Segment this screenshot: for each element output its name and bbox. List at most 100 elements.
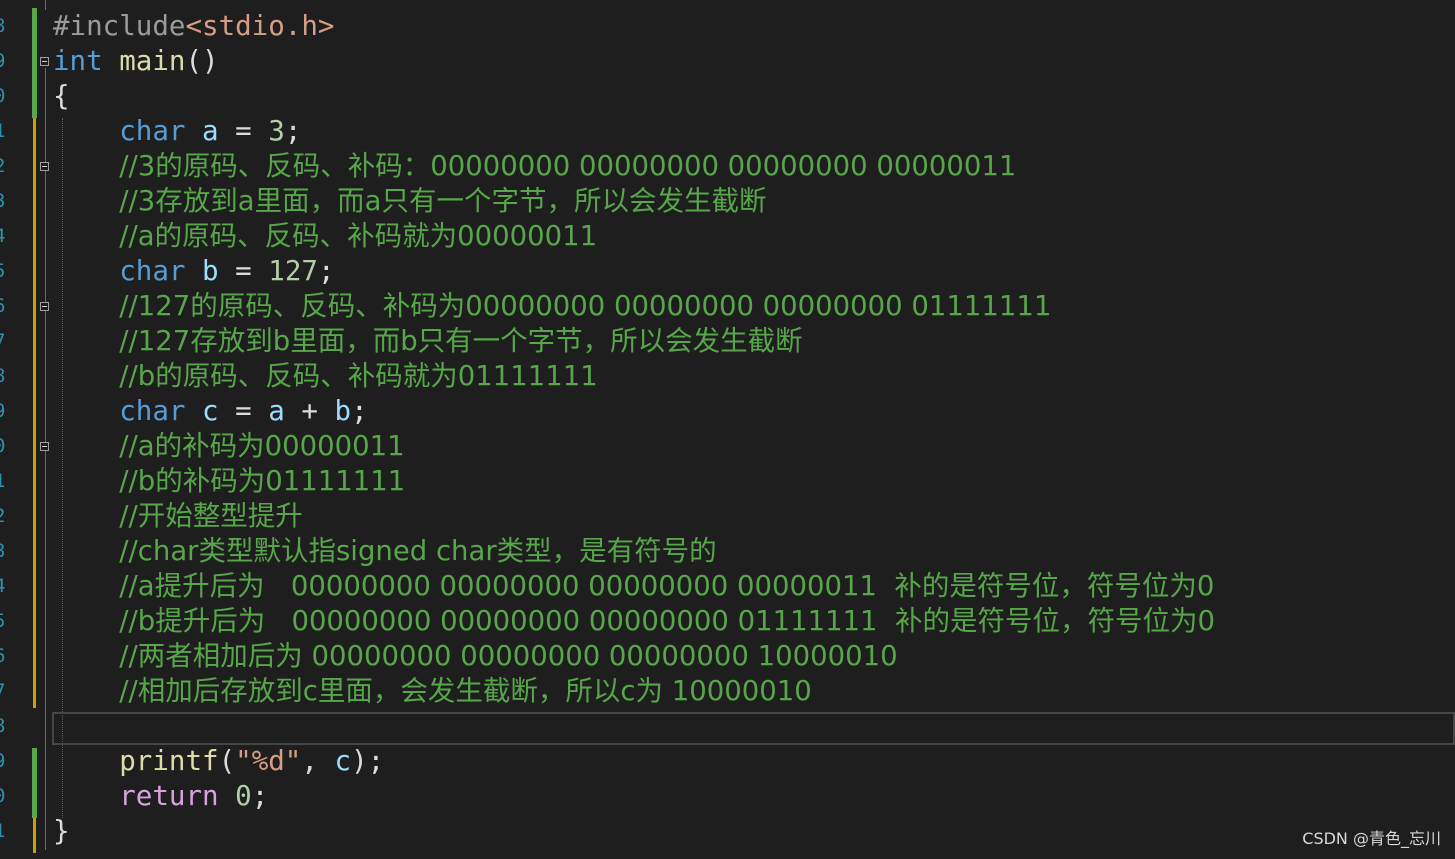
code-token: = (218, 255, 269, 287)
line-number: 0 (0, 429, 8, 464)
code-token: } (53, 815, 70, 847)
code-token: char (119, 255, 186, 287)
code-token: //a的补码为00000011 (119, 430, 405, 462)
code-token: { (53, 80, 70, 112)
code-line[interactable]: //开始整型提升 (53, 499, 303, 534)
fold-toggle-icon[interactable] (40, 442, 49, 451)
line-number: 9 (0, 44, 8, 79)
line-number: 3 (0, 534, 8, 569)
line-number: 0 (0, 79, 8, 114)
code-line[interactable]: //a的原码、反码、补码就为00000011 (53, 219, 597, 254)
code-line[interactable]: printf("%d", c); (53, 744, 384, 779)
code-line[interactable]: int main() (53, 44, 219, 79)
code-line[interactable]: //b的原码、反码、补码就为01111111 (53, 359, 598, 394)
current-line-highlight (52, 712, 1455, 745)
line-number: 2 (0, 499, 8, 534)
code-line[interactable]: //a的补码为00000011 (53, 429, 405, 464)
code-token: main (119, 45, 186, 77)
line-number: 5 (0, 254, 8, 289)
code-token: //127存放到b里面，而b只有一个字节，所以会发生截断 (119, 325, 803, 357)
code-token: c (202, 395, 219, 427)
line-number: 6 (0, 289, 8, 324)
line-number: 9 (0, 394, 8, 429)
line-number: 9 (0, 744, 8, 779)
code-token: char (119, 115, 186, 147)
code-line[interactable]: //b的补码为01111111 (53, 464, 405, 499)
code-token: //127的原码、反码、补码为00000000 00000000 0000000… (119, 290, 1052, 322)
line-number: 1 (0, 114, 8, 149)
code-token: //开始整型提升 (119, 500, 303, 532)
code-line[interactable]: { (53, 79, 70, 114)
code-token: + (284, 395, 335, 427)
code-token: , (301, 745, 335, 777)
code-line[interactable]: return 0; (53, 779, 268, 814)
code-token: //b的原码、反码、补码就为01111111 (119, 360, 598, 392)
code-token: int (53, 45, 103, 77)
fold-line (45, 0, 46, 10)
code-line[interactable]: char a = 3; (53, 114, 301, 149)
code-token: printf (119, 745, 219, 777)
code-line[interactable]: //char类型默认指signed char类型，是有符号的 (53, 534, 717, 569)
code-line[interactable]: //127的原码、反码、补码为00000000 00000000 0000000… (53, 289, 1051, 324)
code-token: //3存放到a里面，而a只有一个字节，所以会发生截断 (119, 185, 767, 217)
line-number: 6 (0, 639, 8, 674)
line-number: 8 (0, 359, 8, 394)
line-number: 8 (0, 9, 8, 44)
code-token: a (202, 115, 219, 147)
code-line[interactable]: //两者相加后为 00000000 00000000 00000000 1000… (53, 639, 898, 674)
line-number: 3 (0, 184, 8, 219)
code-line[interactable]: #include<stdio.h> (53, 9, 334, 44)
code-token: //b的补码为01111111 (119, 465, 406, 497)
line-number: 2 (0, 149, 8, 184)
code-token: return (119, 780, 219, 812)
code-line[interactable]: //相加后存放到c里面，会发生截断，所以c为 10000010 (53, 674, 811, 709)
code-line[interactable]: //3的原码、反码、补码：00000000 00000000 00000000 … (53, 149, 1016, 184)
code-editor[interactable]: 890123456789012345678901 #include<stdio.… (0, 0, 1455, 859)
code-token: "%d" (235, 745, 302, 777)
code-token: ; (284, 115, 302, 147)
code-token: //3的原码、反码、补码：00000000 00000000 00000000 … (119, 150, 1017, 182)
code-token: //两者相加后为 00000000 00000000 00000000 1000… (119, 640, 898, 672)
code-line[interactable]: } (53, 814, 70, 849)
line-number: 5 (0, 604, 8, 639)
code-token: //char类型默认指signed char类型，是有符号的 (119, 535, 717, 567)
line-number: 4 (0, 219, 8, 254)
code-line[interactable]: //3存放到a里面，而a只有一个字节，所以会发生截断 (53, 184, 766, 219)
code-line[interactable]: char b = 127; (53, 254, 334, 289)
code-line[interactable]: char c = a + b; (53, 394, 368, 429)
code-token: ; (351, 395, 368, 427)
line-number: 4 (0, 569, 8, 604)
fold-toggle-icon[interactable] (40, 302, 49, 311)
code-token: ); (351, 745, 385, 777)
code-line[interactable]: //127存放到b里面，而b只有一个字节，所以会发生截断 (53, 324, 803, 359)
fold-toggle-icon[interactable] (40, 162, 49, 171)
code-token: char (119, 395, 186, 427)
line-number: 1 (0, 814, 8, 849)
line-number: 8 (0, 709, 8, 744)
fold-toggle-icon[interactable] (40, 57, 49, 66)
code-token: ; (251, 780, 269, 812)
code-line[interactable]: //b提升后为 00000000 00000000 00000000 01111… (53, 604, 1215, 639)
code-token: () (185, 45, 219, 77)
code-line[interactable]: //a提升后为 00000000 00000000 00000000 00000… (53, 569, 1214, 604)
